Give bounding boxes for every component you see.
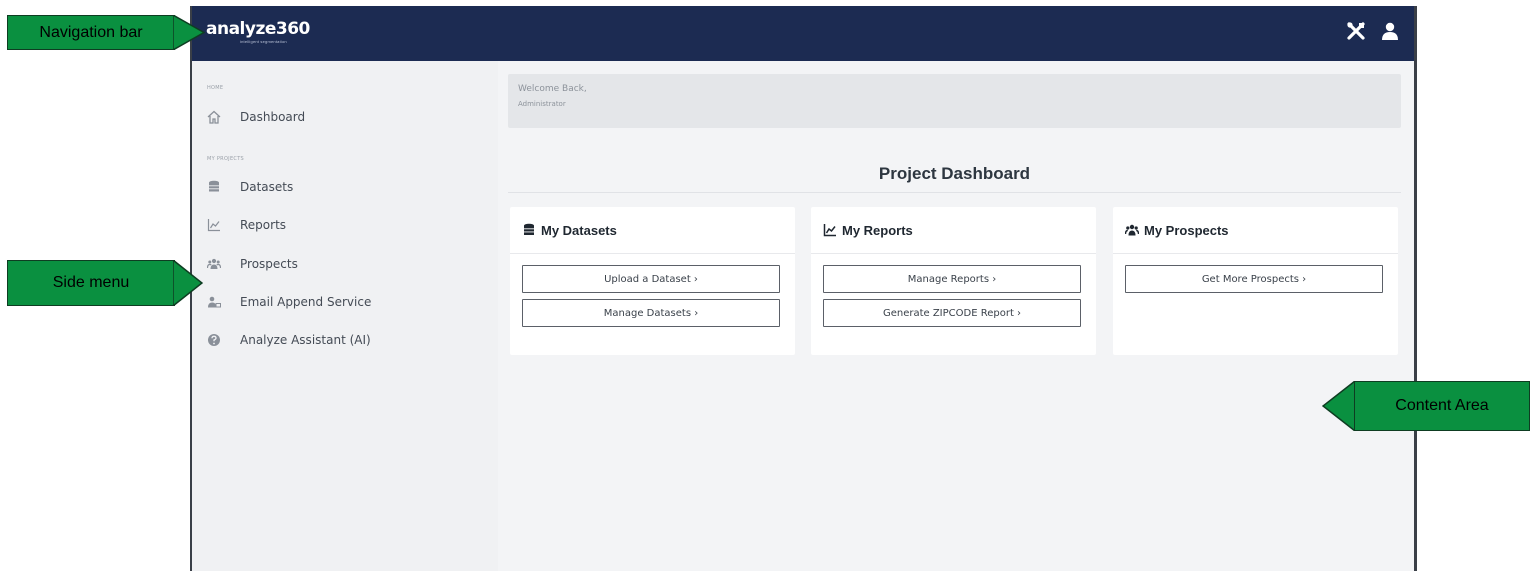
manage-reports-button[interactable]: Manage Reports › [823, 265, 1081, 293]
callout-side-menu: Side menu [7, 260, 175, 306]
navigation-bar: analyze360 intelligent segmentation [192, 6, 1414, 61]
tools-icon[interactable] [1346, 20, 1366, 42]
app-logo[interactable]: analyze360 [206, 19, 310, 39]
sidebar-item-email-append-service[interactable]: Email Append Service [207, 293, 371, 311]
card-title: My Datasets [541, 222, 617, 238]
section-label-my-projects: MY PROJECTS [207, 156, 245, 162]
callout-content-area: Content Area [1354, 381, 1530, 431]
app-window: analyze360 intelligent segmentation HOME… [190, 6, 1417, 571]
database-icon [524, 223, 534, 235]
callout-arrow-right [173, 260, 203, 306]
welcome-greeting: Welcome Back, [518, 84, 587, 94]
chart-icon [823, 224, 836, 237]
sidebar-item-analyze-assistant[interactable]: Analyze Assistant (AI) [207, 331, 371, 349]
user-icon[interactable] [1380, 20, 1400, 42]
help-icon [208, 334, 220, 346]
upload-dataset-button[interactable]: Upload a Dataset › [522, 265, 780, 293]
sidebar-item-reports[interactable]: Reports [207, 216, 286, 234]
card-my-prospects: My Prospects Get More Prospects › [1113, 207, 1398, 355]
sidebar-item-label: Prospects [240, 257, 298, 271]
chart-icon [207, 219, 220, 232]
sidebar-item-label: Datasets [240, 180, 294, 194]
section-label-home: HOME [207, 85, 224, 91]
welcome-username: Administrator [518, 100, 566, 108]
users-icon [1125, 224, 1139, 236]
divider [508, 192, 1401, 193]
card-title: My Prospects [1144, 222, 1229, 238]
sidebar-item-label: Analyze Assistant (AI) [240, 333, 371, 347]
users-icon [207, 258, 221, 269]
sidebar-item-label: Reports [240, 218, 287, 232]
manage-datasets-button[interactable]: Manage Datasets › [522, 299, 780, 327]
sidebar-item-prospects[interactable]: Prospects [207, 255, 298, 273]
card-my-reports: My Reports Manage Reports › Generate ZIP… [811, 207, 1096, 355]
sidebar-item-label: Email Append Service [240, 295, 372, 309]
database-icon [209, 180, 219, 192]
sidebar-item-dashboard[interactable]: Dashboard [207, 108, 305, 126]
callout-arrow-right [173, 15, 205, 50]
callout-navigation-bar: Navigation bar [7, 15, 175, 50]
sidebar-item-datasets[interactable]: Datasets [207, 178, 293, 196]
generate-zipcode-report-button[interactable]: Generate ZIPCODE Report › [823, 299, 1081, 327]
page-title: Project Dashboard [878, 164, 1031, 183]
email-append-icon [208, 296, 221, 308]
card-my-datasets: My Datasets Upload a Dataset › Manage Da… [510, 207, 795, 355]
welcome-banner: Welcome Back, Administrator [508, 74, 1401, 128]
side-menu: HOME Dashboard MY PROJECTS Datasets Repo… [192, 61, 498, 571]
get-more-prospects-button[interactable]: Get More Prospects › [1125, 265, 1383, 293]
home-icon [207, 110, 221, 124]
callout-arrow-left [1322, 381, 1356, 431]
sidebar-item-label: Dashboard [240, 110, 306, 124]
card-title: My Reports [842, 222, 913, 238]
logo-tagline: intelligent segmentation [240, 39, 287, 44]
